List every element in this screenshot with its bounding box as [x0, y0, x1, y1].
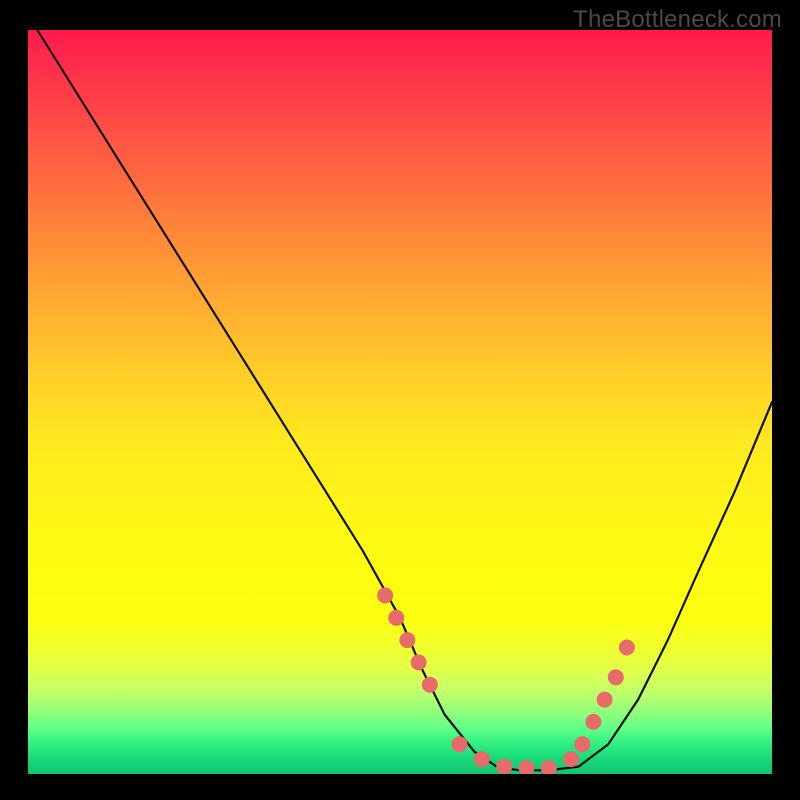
marker-point	[597, 692, 613, 708]
marker-point	[574, 736, 590, 752]
marker-point	[422, 677, 438, 693]
chart-svg	[28, 30, 772, 774]
bottleneck-curve	[28, 30, 772, 770]
marker-point	[608, 669, 624, 685]
marker-point	[585, 714, 601, 730]
highlight-markers	[377, 587, 635, 774]
marker-point	[388, 610, 404, 626]
marker-point	[377, 587, 393, 603]
marker-point	[474, 751, 490, 767]
marker-point	[496, 759, 512, 774]
watermark-text: TheBottleneck.com	[573, 6, 782, 34]
marker-point	[541, 760, 557, 774]
marker-point	[411, 654, 427, 670]
marker-point	[519, 760, 535, 774]
marker-point	[399, 632, 415, 648]
marker-point	[563, 751, 579, 767]
plot-area	[28, 30, 772, 774]
marker-point	[619, 640, 635, 656]
marker-point	[452, 736, 468, 752]
